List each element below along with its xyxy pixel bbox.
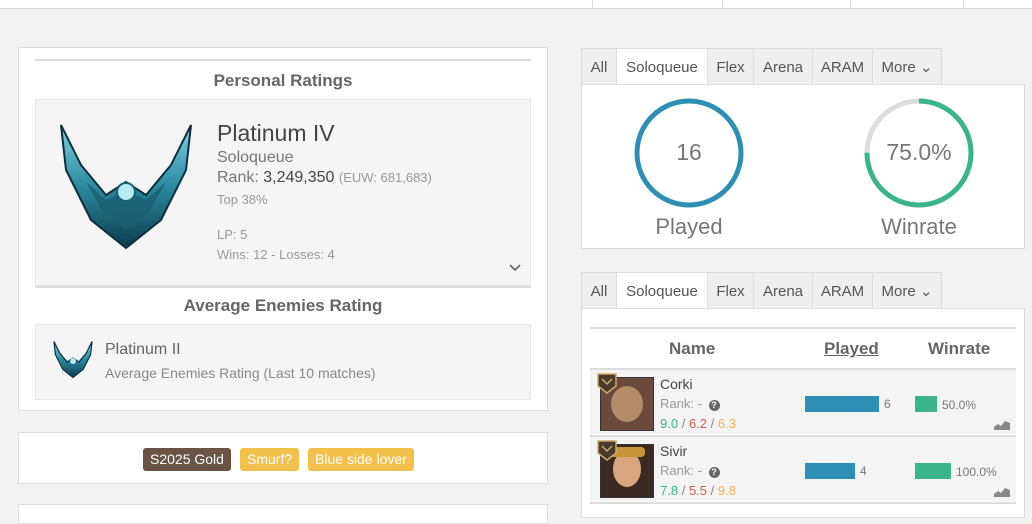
column-played[interactable]: Played bbox=[824, 339, 879, 359]
kda-kills: 9.0 bbox=[660, 416, 679, 431]
tab-flex[interactable]: Flex bbox=[707, 272, 754, 309]
column-winrate[interactable]: Winrate bbox=[928, 339, 990, 359]
top-nav-strip bbox=[0, 0, 1032, 9]
rank-region: (EUW: 681,683) bbox=[338, 170, 432, 185]
rank-crest-icon bbox=[597, 373, 617, 394]
tab-soloqueue[interactable]: Soloqueue bbox=[616, 272, 708, 309]
winrate-percent: 50.0% bbox=[942, 398, 977, 412]
personal-rating-panel[interactable]: Platinum IV Soloqueue Rank: 3,249,350 (E… bbox=[35, 99, 531, 286]
enemies-rating-panel: Platinum II Average Enemies Rating (Last… bbox=[35, 324, 531, 400]
kda-deaths: 5.5 bbox=[688, 483, 708, 498]
played-count: 6 bbox=[884, 397, 891, 411]
winrate-label: Winrate bbox=[881, 214, 957, 239]
kda-assists: 9.8 bbox=[717, 483, 736, 498]
nav-divider bbox=[850, 0, 851, 8]
divider bbox=[35, 286, 531, 288]
nav-divider bbox=[963, 0, 964, 8]
lp-value: LP: 5 bbox=[217, 227, 248, 242]
tab-all[interactable]: All bbox=[581, 272, 617, 309]
enemies-desc: Average Enemies Rating (Last 10 matches) bbox=[105, 365, 376, 381]
divider bbox=[590, 502, 1016, 504]
rank-value: 3,249,350 bbox=[263, 169, 335, 186]
tab-more[interactable]: More ⌄ bbox=[872, 48, 942, 85]
table-row[interactable]: Sivir Rank: - ? 7.8 / 5.5 / 9.8 4 100.0% bbox=[590, 437, 1016, 501]
personal-ratings-title: Personal Ratings bbox=[213, 71, 353, 90]
platinum-emblem-icon bbox=[60, 124, 192, 250]
champions-card: Name Played Winrate Corki Rank: - ? 9.0 … bbox=[581, 308, 1025, 518]
tab-aram[interactable]: ARAM bbox=[812, 48, 873, 85]
champion-kda: 9.0 / 6.2 / 6.3 bbox=[660, 416, 736, 431]
badge-season: S2025 Gold bbox=[143, 448, 231, 471]
tab-soloqueue[interactable]: Soloqueue bbox=[616, 48, 708, 85]
tab-more[interactable]: More ⌄ bbox=[872, 272, 942, 309]
graph-icon[interactable] bbox=[994, 419, 1010, 430]
tab-aram[interactable]: ARAM bbox=[812, 272, 873, 309]
played-bar bbox=[805, 396, 879, 412]
nav-divider bbox=[592, 0, 593, 8]
played-count: 4 bbox=[860, 464, 867, 478]
stats-card: 16 Played 75.0% Winrate bbox=[581, 84, 1025, 249]
played-value: 16 bbox=[676, 139, 702, 165]
divider bbox=[35, 59, 531, 61]
platinum-emblem-small-icon bbox=[53, 341, 93, 379]
winrate-percent: 100.0% bbox=[956, 465, 997, 479]
kda-kills: 7.8 bbox=[660, 483, 679, 498]
winrate-bar bbox=[915, 463, 951, 479]
rank-line: Rank: 3,249,350 (EUW: 681,683) bbox=[217, 169, 432, 187]
winrate-bar bbox=[915, 396, 937, 412]
graph-icon[interactable] bbox=[994, 486, 1010, 497]
tier-name: Platinum IV bbox=[217, 120, 335, 146]
champion-name: Corki bbox=[660, 376, 693, 392]
queue-name: Soloqueue bbox=[217, 149, 294, 166]
column-name[interactable]: Name bbox=[669, 339, 715, 359]
average-enemies-title: Average Enemies Rating bbox=[183, 296, 383, 315]
nav-divider bbox=[722, 0, 723, 8]
champion-rank: Rank: - ? bbox=[660, 396, 720, 411]
help-icon[interactable]: ? bbox=[708, 400, 720, 411]
help-icon[interactable]: ? bbox=[708, 467, 720, 478]
rank-crest-icon bbox=[597, 440, 617, 461]
ratings-card: Personal Ratings Platinum IV Soloqueue R… bbox=[18, 47, 548, 411]
divider bbox=[590, 327, 1016, 329]
champion-kda: 7.8 / 5.5 / 9.8 bbox=[660, 483, 736, 498]
played-label: Played bbox=[655, 214, 723, 239]
kda-assists: 6.3 bbox=[717, 416, 736, 431]
enemies-tier: Platinum II bbox=[105, 341, 181, 358]
table-row[interactable]: Corki Rank: - ? 9.0 / 6.2 / 6.3 6 50.0% bbox=[590, 370, 1016, 434]
next-card bbox=[18, 504, 548, 524]
champion-rank: Rank: - ? bbox=[660, 463, 720, 478]
chevron-down-icon[interactable] bbox=[508, 263, 522, 273]
badges-card: S2025 Gold Smurf? Blue side lover bbox=[18, 432, 548, 484]
top-percent: Top 38% bbox=[217, 192, 268, 207]
kda-deaths: 6.2 bbox=[688, 416, 708, 431]
tab-arena[interactable]: Arena bbox=[753, 272, 813, 309]
badge-blue-side: Blue side lover bbox=[308, 448, 414, 471]
wins-losses: Wins: 12 - Losses: 4 bbox=[217, 247, 335, 262]
winrate-value: 75.0% bbox=[886, 139, 952, 165]
champion-name: Sivir bbox=[660, 443, 688, 459]
tab-flex[interactable]: Flex bbox=[707, 48, 754, 85]
tab-arena[interactable]: Arena bbox=[753, 48, 813, 85]
rank-label: Rank: bbox=[217, 169, 259, 186]
played-bar bbox=[805, 463, 855, 479]
tab-all[interactable]: All bbox=[581, 48, 617, 85]
badge-smurf: Smurf? bbox=[240, 448, 300, 471]
